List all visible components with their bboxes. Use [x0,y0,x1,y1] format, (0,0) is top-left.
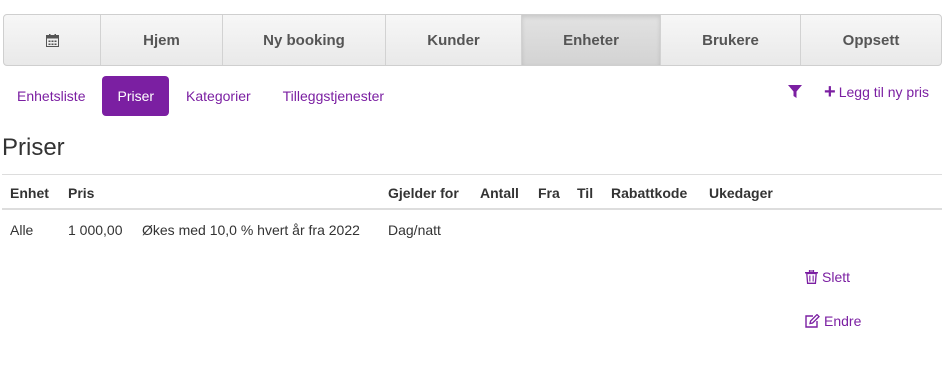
cell-enhet: Alle [10,222,34,238]
calendar-icon [45,33,59,47]
trash-icon [805,270,818,284]
edit-label: Endre [824,313,862,329]
nav-ny-booking[interactable]: Ny booking [223,15,386,65]
sub-tabs: Enhetsliste Priser Kategorier Tilleggstj… [3,76,398,116]
add-price-label: Legg til ny pris [838,84,929,100]
delete-button[interactable]: Slett [805,269,850,285]
prices-table: Enhet Pris Gjelder for Antall Fra Til Ra… [2,174,942,340]
table-header: Enhet Pris Gjelder for Antall Fra Til Ra… [2,174,942,210]
tab-tilleggstjenester[interactable]: Tilleggstjenester [269,76,398,116]
nav-hjem[interactable]: Hjem [101,15,223,65]
table-row: Alle 1 000,00 Økes med 10,0 % hvert år f… [2,210,942,340]
nav-kunder[interactable]: Kunder [386,15,522,65]
add-price-button[interactable]: + Legg til ny pris [824,82,929,102]
page-title: Priser [2,134,65,161]
nav-brukere[interactable]: Brukere [661,15,801,65]
page-actions: + Legg til ny pris [788,82,929,102]
main-navigation: Hjem Ny booking Kunder Enheter Brukere O… [3,14,942,66]
header-rabattkode: Rabattkode [611,185,688,201]
tab-enhetsliste[interactable]: Enhetsliste [3,76,99,116]
nav-enheter[interactable]: Enheter [522,15,661,65]
header-antall: Antall [480,185,519,201]
cell-pris: 1 000,00 [68,222,123,238]
header-ukedager: Ukedager [709,185,773,201]
edit-button[interactable]: Endre [805,313,861,329]
filter-icon [788,85,803,98]
delete-label: Slett [822,269,851,285]
nav-oppsett[interactable]: Oppsett [801,15,941,65]
tab-priser[interactable]: Priser [102,76,170,116]
nav-calendar[interactable] [4,15,101,65]
plus-icon: + [824,81,836,103]
header-pris: Pris [68,185,95,201]
cell-price-note: Økes med 10,0 % hvert år fra 2022 [142,222,360,238]
tab-kategorier[interactable]: Kategorier [172,76,265,116]
header-til: Til [577,185,594,201]
edit-icon [805,314,820,328]
cell-gjelder-for: Dag/natt [388,222,441,238]
header-fra: Fra [538,185,560,201]
header-gjelder-for: Gjelder for [388,185,459,201]
filter-button[interactable] [788,85,803,99]
header-enhet: Enhet [10,185,49,201]
